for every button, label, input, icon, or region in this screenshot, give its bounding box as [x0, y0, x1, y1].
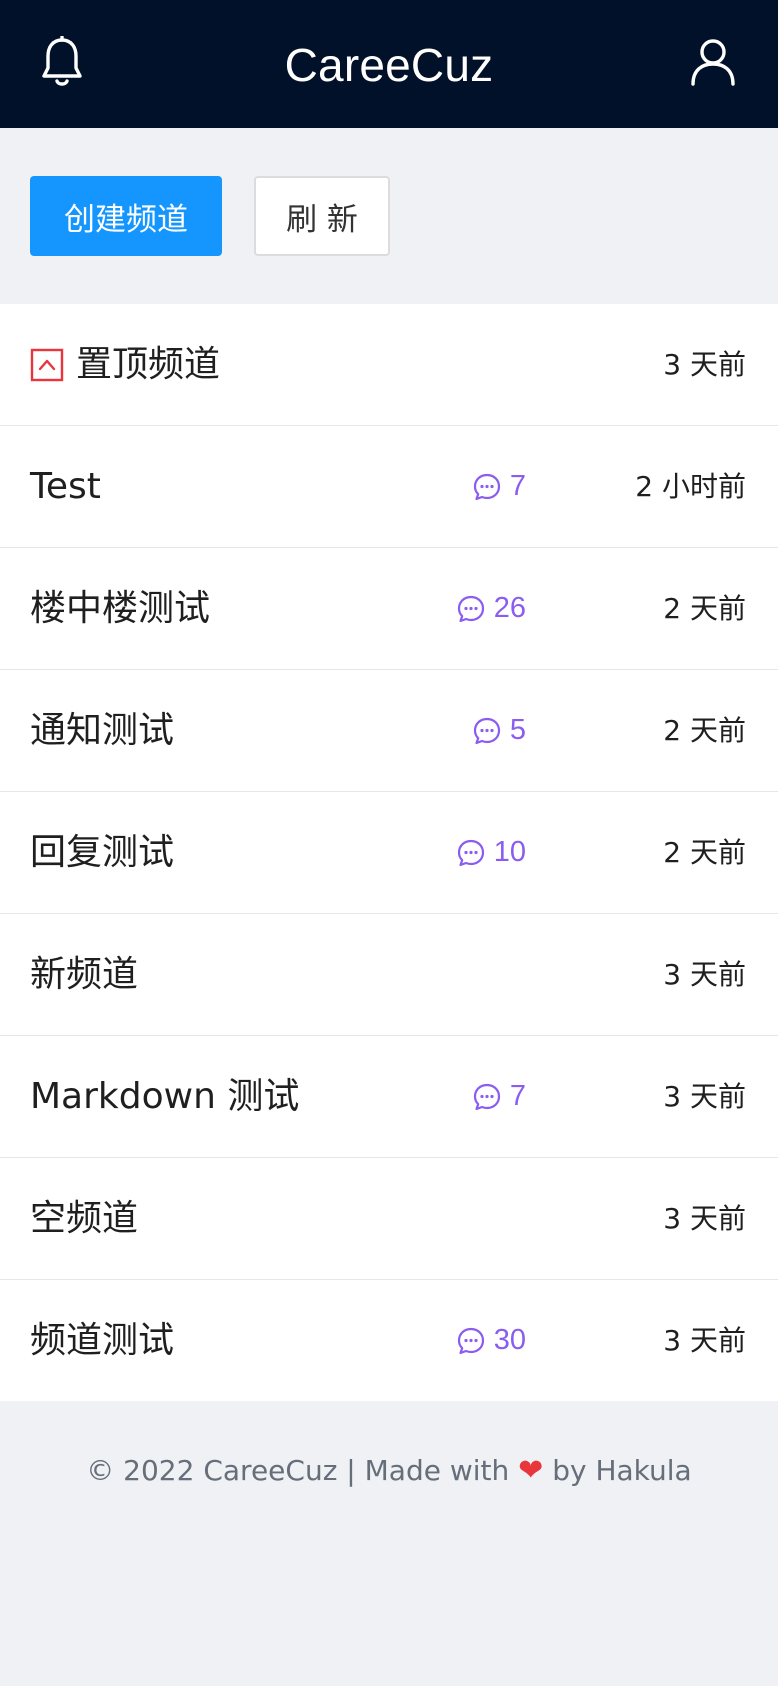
- footer: © 2022 CareeCuz | Made with ❤ by Hakula: [0, 1453, 778, 1488]
- comment-count: 7: [472, 1036, 526, 1157]
- channel-title[interactable]: 新频道: [30, 914, 138, 1035]
- channel-row[interactable]: 楼中楼测试 26 2 天前: [0, 548, 778, 670]
- channel-title[interactable]: 楼中楼测试: [30, 548, 210, 669]
- channel-row[interactable]: 空频道 3 天前: [0, 1158, 778, 1280]
- channel-time: 3 天前: [663, 1324, 746, 1357]
- channel-time: 3 天前: [663, 348, 746, 381]
- channel-title[interactable]: 通知测试: [30, 670, 174, 791]
- comment-count: 30: [456, 1280, 526, 1401]
- heart-icon: ❤: [518, 1453, 544, 1488]
- comment-count: 10: [456, 792, 526, 913]
- refresh-button[interactable]: 刷 新: [254, 176, 390, 256]
- top-navigation-bar: CareeCuz: [0, 0, 778, 128]
- channel-list: 置顶频道 3 天前 Test 7 2 小时前 楼中楼测试 26 2 天前 通知测试 5 2 天前 回复…: [0, 304, 778, 1401]
- channel-row[interactable]: Test 7 2 小时前: [0, 426, 778, 548]
- channel-time: 2 小时前: [635, 470, 746, 503]
- comment-count-value: 7: [509, 470, 526, 502]
- channel-time: 3 天前: [663, 1202, 746, 1235]
- channel-row[interactable]: Markdown 测试 7 3 天前: [0, 1036, 778, 1158]
- channel-time: 2 天前: [663, 592, 746, 625]
- channel-row[interactable]: 回复测试 10 2 天前: [0, 792, 778, 914]
- comment-count-value: 10: [493, 836, 526, 868]
- channel-title[interactable]: 空频道: [30, 1158, 138, 1279]
- channel-row[interactable]: 置顶频道 3 天前: [0, 304, 778, 426]
- comment-icon: [473, 1083, 500, 1110]
- comment-count: 26: [456, 548, 526, 669]
- comment-icon: [457, 595, 484, 622]
- action-bar: 创建频道 刷 新: [0, 128, 778, 304]
- comment-count: 5: [472, 670, 526, 791]
- comment-count-value: 5: [509, 714, 526, 746]
- channel-row[interactable]: 频道测试 30 3 天前: [0, 1280, 778, 1401]
- footer-prefix: © 2022 CareeCuz | Made with: [86, 1454, 510, 1487]
- channel-time: 3 天前: [663, 958, 746, 991]
- channel-title[interactable]: 回复测试: [30, 792, 174, 913]
- create-channel-button[interactable]: 创建频道: [30, 176, 222, 256]
- footer-suffix: by Hakula: [552, 1454, 692, 1487]
- comment-icon: [457, 1327, 484, 1354]
- comment-count-value: 26: [493, 592, 526, 624]
- comment-count-value: 7: [509, 1080, 526, 1112]
- channel-title[interactable]: 置顶频道: [76, 304, 220, 425]
- comment-icon: [473, 473, 500, 500]
- pin-icon: [30, 348, 64, 382]
- app-brand-title[interactable]: CareeCuz: [0, 38, 778, 92]
- channel-time: 2 天前: [663, 836, 746, 869]
- user-icon[interactable]: [690, 38, 736, 86]
- channel-title[interactable]: Test: [30, 426, 101, 547]
- channel-time: 2 天前: [663, 714, 746, 747]
- channel-time: 3 天前: [663, 1080, 746, 1113]
- comment-count-value: 30: [493, 1324, 526, 1356]
- comment-icon: [473, 717, 500, 744]
- comment-count: 7: [472, 426, 526, 547]
- channel-row[interactable]: 通知测试 5 2 天前: [0, 670, 778, 792]
- comment-icon: [457, 839, 484, 866]
- channel-title[interactable]: 频道测试: [30, 1280, 174, 1401]
- channel-title[interactable]: Markdown 测试: [30, 1036, 299, 1157]
- channel-row[interactable]: 新频道 3 天前: [0, 914, 778, 1036]
